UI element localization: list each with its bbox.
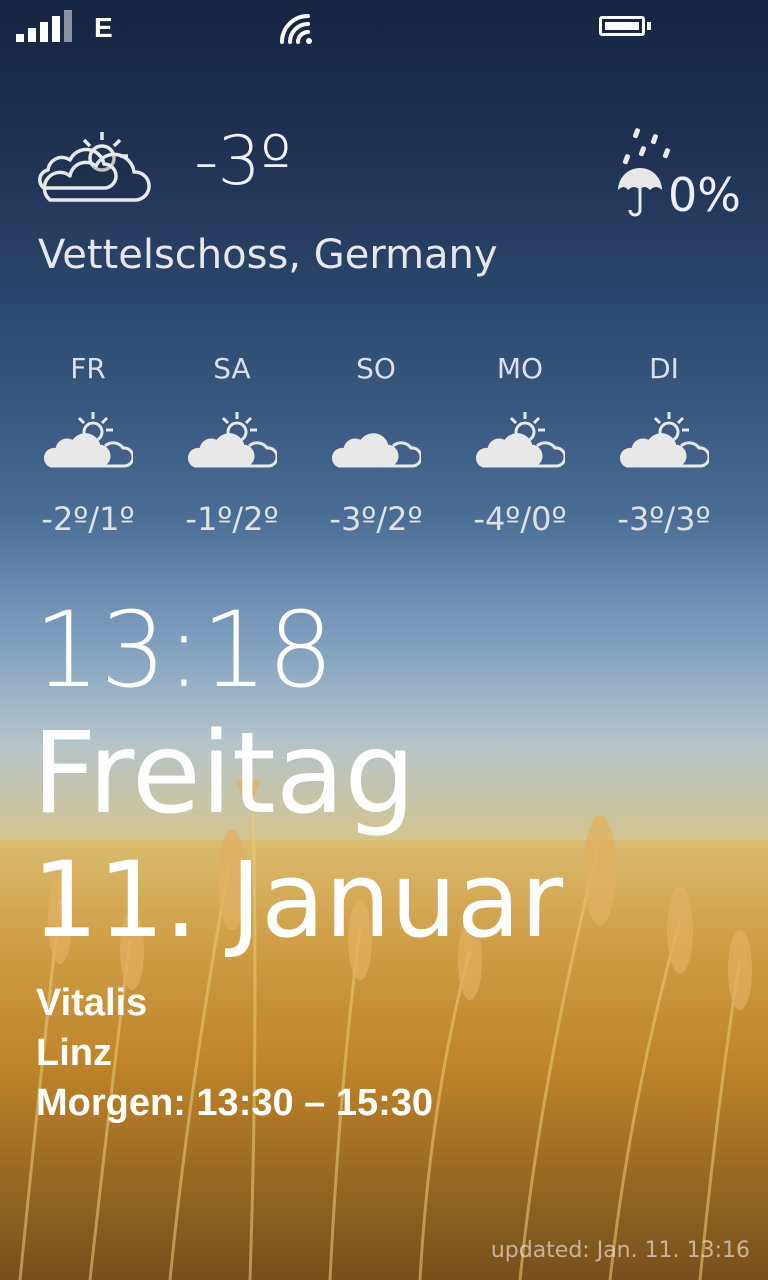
- event-time: Morgen: 13:30 – 15:30: [36, 1082, 434, 1124]
- partly-cloudy-icon: [619, 412, 711, 468]
- forecast-range: -4º/0º: [473, 500, 567, 538]
- forecast-range: -1º/2º: [185, 500, 279, 538]
- precipitation-chance: 0%: [668, 168, 741, 222]
- wifi-icon: [280, 14, 312, 44]
- current-temperature: -3º: [194, 122, 292, 201]
- forecast-day-name: SA: [213, 352, 251, 385]
- event-location: Linz: [36, 1032, 112, 1074]
- partly-cloudy-icon: [475, 412, 567, 468]
- network-type: E: [94, 12, 113, 43]
- forecast-range: -3º/2º: [329, 500, 423, 538]
- forecast-range: -3º/3º: [617, 500, 711, 538]
- updated-timestamp: updated: Jan. 11. 13:16: [490, 1238, 750, 1263]
- event-title: Vitalis: [36, 982, 148, 1024]
- forecast-day-name: FR: [70, 352, 106, 385]
- battery-icon: [599, 16, 651, 36]
- forecast-row: FR -2º/1º SA -1º/2º SO -3º/2º MO -4º/0º …: [0, 352, 768, 542]
- forecast-day: SA -1º/2º: [172, 352, 292, 538]
- umbrella-rain-icon: [618, 128, 670, 217]
- status-bar: E: [0, 0, 768, 60]
- forecast-day: DI -3º/3º: [604, 352, 724, 538]
- forecast-day: MO -4º/0º: [460, 352, 580, 538]
- forecast-day-name: DI: [649, 352, 679, 385]
- partly-cloudy-icon: [187, 412, 279, 468]
- signal-icon: [16, 10, 72, 42]
- lockscreen-time: 13:18: [34, 589, 334, 711]
- lockscreen-weekday: Freitag: [32, 709, 416, 839]
- lockscreen-date: 11. Januar: [32, 839, 564, 961]
- partly-cloudy-icon: [43, 412, 135, 468]
- cloudy-icon: [331, 433, 423, 468]
- forecast-range: -2º/1º: [41, 500, 135, 538]
- forecast-day: SO -3º/2º: [316, 352, 436, 538]
- weather-location: Vettelschoss, Germany: [38, 232, 498, 278]
- partly-cloudy-icon: [38, 132, 151, 202]
- forecast-day-name: MO: [496, 352, 544, 385]
- forecast-day-name: SO: [356, 352, 396, 385]
- forecast-day: FR -2º/1º: [28, 352, 148, 538]
